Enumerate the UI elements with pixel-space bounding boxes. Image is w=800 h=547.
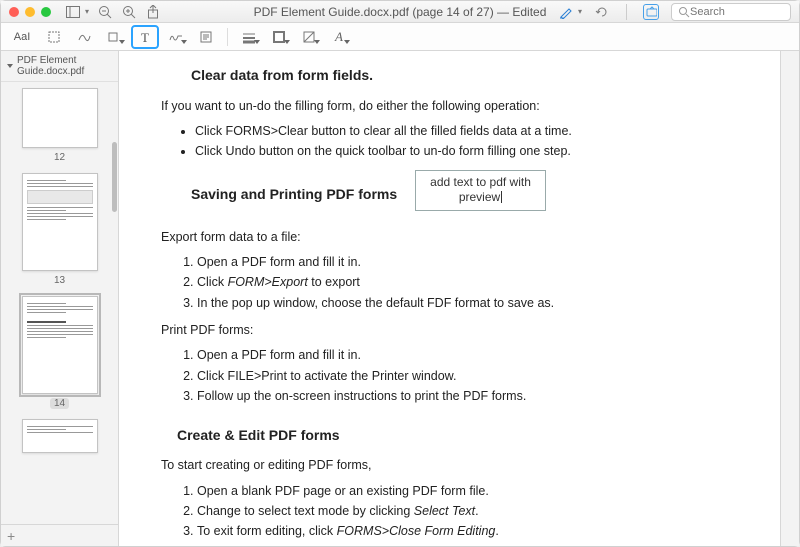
sidebar-scrollbar[interactable] (112, 142, 117, 212)
svg-text:T: T (141, 30, 149, 44)
list-item: Click Undo button on the quick toolbar t… (195, 142, 754, 161)
app-window: ▾ PDF Element Guide.docx.pdf (page 14 of… (0, 0, 800, 547)
zoom-out-icon[interactable] (97, 4, 113, 20)
textbox-line1: add text to pdf with (430, 175, 531, 189)
markup-toolbar: AaI T A (1, 23, 799, 51)
paragraph: Export form data to a file: (161, 228, 754, 247)
search-input[interactable] (690, 6, 780, 18)
titlebar: ▾ PDF Element Guide.docx.pdf (page 14 of… (1, 1, 799, 23)
list-item: Click FORM>Export to export (197, 273, 754, 292)
add-page-icon[interactable]: + (7, 528, 15, 544)
text-tool[interactable]: T (136, 28, 154, 46)
thumbnail-list: 12 13 (1, 82, 118, 524)
thumbnail-12[interactable] (22, 88, 98, 148)
list-item: In the pop up window, choose the default… (197, 294, 754, 313)
window-body: PDF Element Guide.docx.pdf 12 (1, 51, 799, 546)
minimize-icon[interactable] (25, 7, 35, 17)
textbox-line2: preview (459, 190, 502, 204)
document-view[interactable]: Clear data from form fields. If you want… (119, 51, 781, 546)
fill-color-tool[interactable] (296, 26, 322, 48)
search-icon (678, 6, 690, 18)
text-tool-highlighted[interactable]: T (131, 25, 159, 49)
line-style-tool[interactable] (236, 26, 262, 48)
close-icon[interactable] (9, 7, 19, 17)
sidebar-footer: + (1, 524, 118, 546)
sketch-tool[interactable] (71, 26, 97, 48)
rotate-icon[interactable] (594, 4, 610, 20)
heading-saving-printing: Saving and Printing PDF forms (191, 184, 397, 206)
note-tool[interactable] (193, 26, 219, 48)
paragraph: If you want to un-do the filling form, d… (161, 97, 754, 116)
separator (227, 28, 228, 46)
list-item: Follow up the on-screen instructions to … (197, 387, 754, 406)
ordered-list: Open a PDF form and fill it in. Click FO… (197, 253, 754, 313)
maximize-icon[interactable] (41, 7, 51, 17)
shapes-tool[interactable] (101, 26, 127, 48)
thumbnail-13[interactable] (22, 173, 98, 271)
list-item: Click FILE>Print to activate the Printer… (197, 367, 754, 386)
heading-create-edit: Create & Edit PDF forms (177, 425, 754, 447)
thumbnail-label: 14 (50, 398, 69, 409)
thumbnail-label: 13 (54, 275, 65, 286)
bullet-list: Click FORMS>Clear button to clear all th… (195, 122, 754, 162)
selection-tool[interactable] (41, 26, 67, 48)
list-item: To exit form editing, click FORMS>Close … (197, 522, 754, 541)
inserted-text-box[interactable]: add text to pdf with preview (415, 170, 546, 211)
list-item: Click FORMS>Clear button to clear all th… (195, 122, 754, 141)
heading-clear-data: Clear data from form fields. (191, 65, 754, 87)
heading-row: Saving and Printing PDF forms add text t… (161, 172, 754, 214)
sidebar: PDF Element Guide.docx.pdf 12 (1, 51, 119, 546)
sidebar-filename[interactable]: PDF Element Guide.docx.pdf (1, 51, 118, 82)
divider (626, 4, 627, 20)
thumbnail-15[interactable] (22, 419, 98, 453)
ordered-list: Open a PDF form and fill it in. Click FI… (197, 346, 754, 406)
thumbnail-label: 12 (54, 152, 65, 163)
list-item: Open a blank PDF page or an existing PDF… (197, 482, 754, 501)
thumbnail-14-selected[interactable] (22, 296, 98, 394)
paragraph: To start creating or editing PDF forms, (161, 456, 754, 475)
paragraph: Print PDF forms: (161, 321, 754, 340)
sign-tool[interactable] (163, 26, 189, 48)
markup-toolbar-icon[interactable] (643, 4, 659, 20)
list-item: Change to select text mode by clicking S… (197, 502, 754, 521)
list-item: Open a PDF form and fill it in. (197, 253, 754, 272)
search-field[interactable] (671, 3, 791, 21)
page-content: Clear data from form fields. If you want… (119, 51, 780, 546)
border-color-tool[interactable] (266, 26, 292, 48)
highlight-icon[interactable] (558, 4, 574, 20)
window-controls (9, 7, 51, 17)
zoom-in-icon[interactable] (121, 4, 137, 20)
share-icon[interactable] (145, 4, 161, 20)
text-style-button[interactable]: AaI (7, 26, 37, 48)
ordered-list: Open a blank PDF page or an existing PDF… (197, 482, 754, 542)
sidebar-toggle-icon[interactable] (65, 4, 81, 20)
right-margin (781, 51, 799, 546)
font-tool[interactable]: A (326, 26, 352, 48)
list-item: Open a PDF form and fill it in. (197, 346, 754, 365)
